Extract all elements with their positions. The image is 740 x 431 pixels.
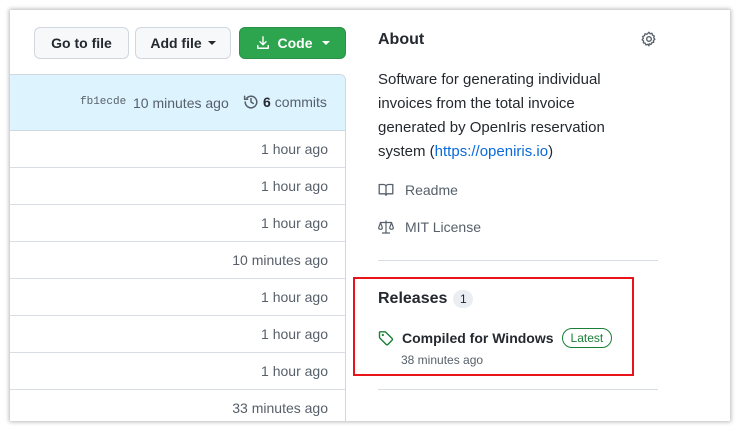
license-label: MIT License bbox=[405, 219, 481, 235]
file-row[interactable]: 1 hour ago bbox=[10, 131, 345, 168]
highlight-box bbox=[353, 277, 634, 376]
file-row-time: 1 hour ago bbox=[261, 326, 328, 342]
chevron-down-icon bbox=[207, 41, 216, 45]
code-button[interactable]: Code bbox=[239, 27, 346, 59]
add-file-button[interactable]: Add file bbox=[135, 27, 231, 59]
latest-commit-bar: fb1ecde 10 minutes ago 6 commits bbox=[10, 75, 345, 131]
file-row-time: 1 hour ago bbox=[261, 289, 328, 305]
about-heading: About bbox=[378, 31, 425, 48]
commits-link[interactable]: 6 commits bbox=[243, 94, 327, 110]
file-row[interactable]: 10 minutes ago bbox=[10, 242, 345, 279]
go-to-file-button[interactable]: Go to file bbox=[34, 27, 129, 59]
file-row-time: 1 hour ago bbox=[261, 215, 328, 231]
sidebar-divider bbox=[378, 260, 658, 261]
chevron-down-icon bbox=[321, 41, 330, 45]
commit-sha-link[interactable]: fb1ecde bbox=[80, 96, 126, 108]
website-link[interactable]: https://openiris.io bbox=[435, 143, 548, 160]
add-file-label: Add file bbox=[150, 35, 202, 51]
commit-time: 10 minutes ago bbox=[133, 95, 229, 111]
file-row[interactable]: 1 hour ago bbox=[10, 205, 345, 242]
code-label: Code bbox=[277, 35, 313, 51]
law-icon bbox=[378, 220, 394, 234]
download-icon bbox=[256, 36, 269, 49]
file-row-time: 10 minutes ago bbox=[232, 252, 328, 268]
repo-page: Go to file Add file Code fb1ecde 10 minu… bbox=[10, 10, 730, 421]
file-row-time: 33 minutes ago bbox=[232, 400, 328, 416]
history-icon bbox=[243, 95, 258, 109]
readme-label: Readme bbox=[405, 182, 458, 198]
gear-icon[interactable] bbox=[641, 31, 657, 47]
commits-label: commits bbox=[274, 94, 327, 110]
file-row-time: 1 hour ago bbox=[261, 141, 328, 157]
go-to-file-label: Go to file bbox=[51, 35, 112, 51]
file-row-time: 1 hour ago bbox=[261, 363, 328, 379]
file-row-time: 1 hour ago bbox=[261, 178, 328, 194]
readme-link[interactable]: Readme bbox=[378, 182, 458, 198]
about-description: Software for generating individual invoi… bbox=[378, 68, 633, 164]
file-row[interactable]: 33 minutes ago bbox=[10, 390, 345, 421]
file-row[interactable]: 1 hour ago bbox=[10, 168, 345, 205]
file-row[interactable]: 1 hour ago bbox=[10, 353, 345, 390]
file-row[interactable]: 1 hour ago bbox=[10, 279, 345, 316]
commit-count: 6 bbox=[263, 94, 271, 110]
file-list: fb1ecde 10 minutes ago 6 commits 1 hour … bbox=[10, 74, 346, 421]
sidebar-divider bbox=[378, 389, 658, 390]
about-description-end: ) bbox=[548, 143, 554, 160]
file-row[interactable]: 1 hour ago bbox=[10, 316, 345, 353]
license-link[interactable]: MIT License bbox=[378, 219, 481, 235]
book-icon bbox=[378, 183, 394, 197]
